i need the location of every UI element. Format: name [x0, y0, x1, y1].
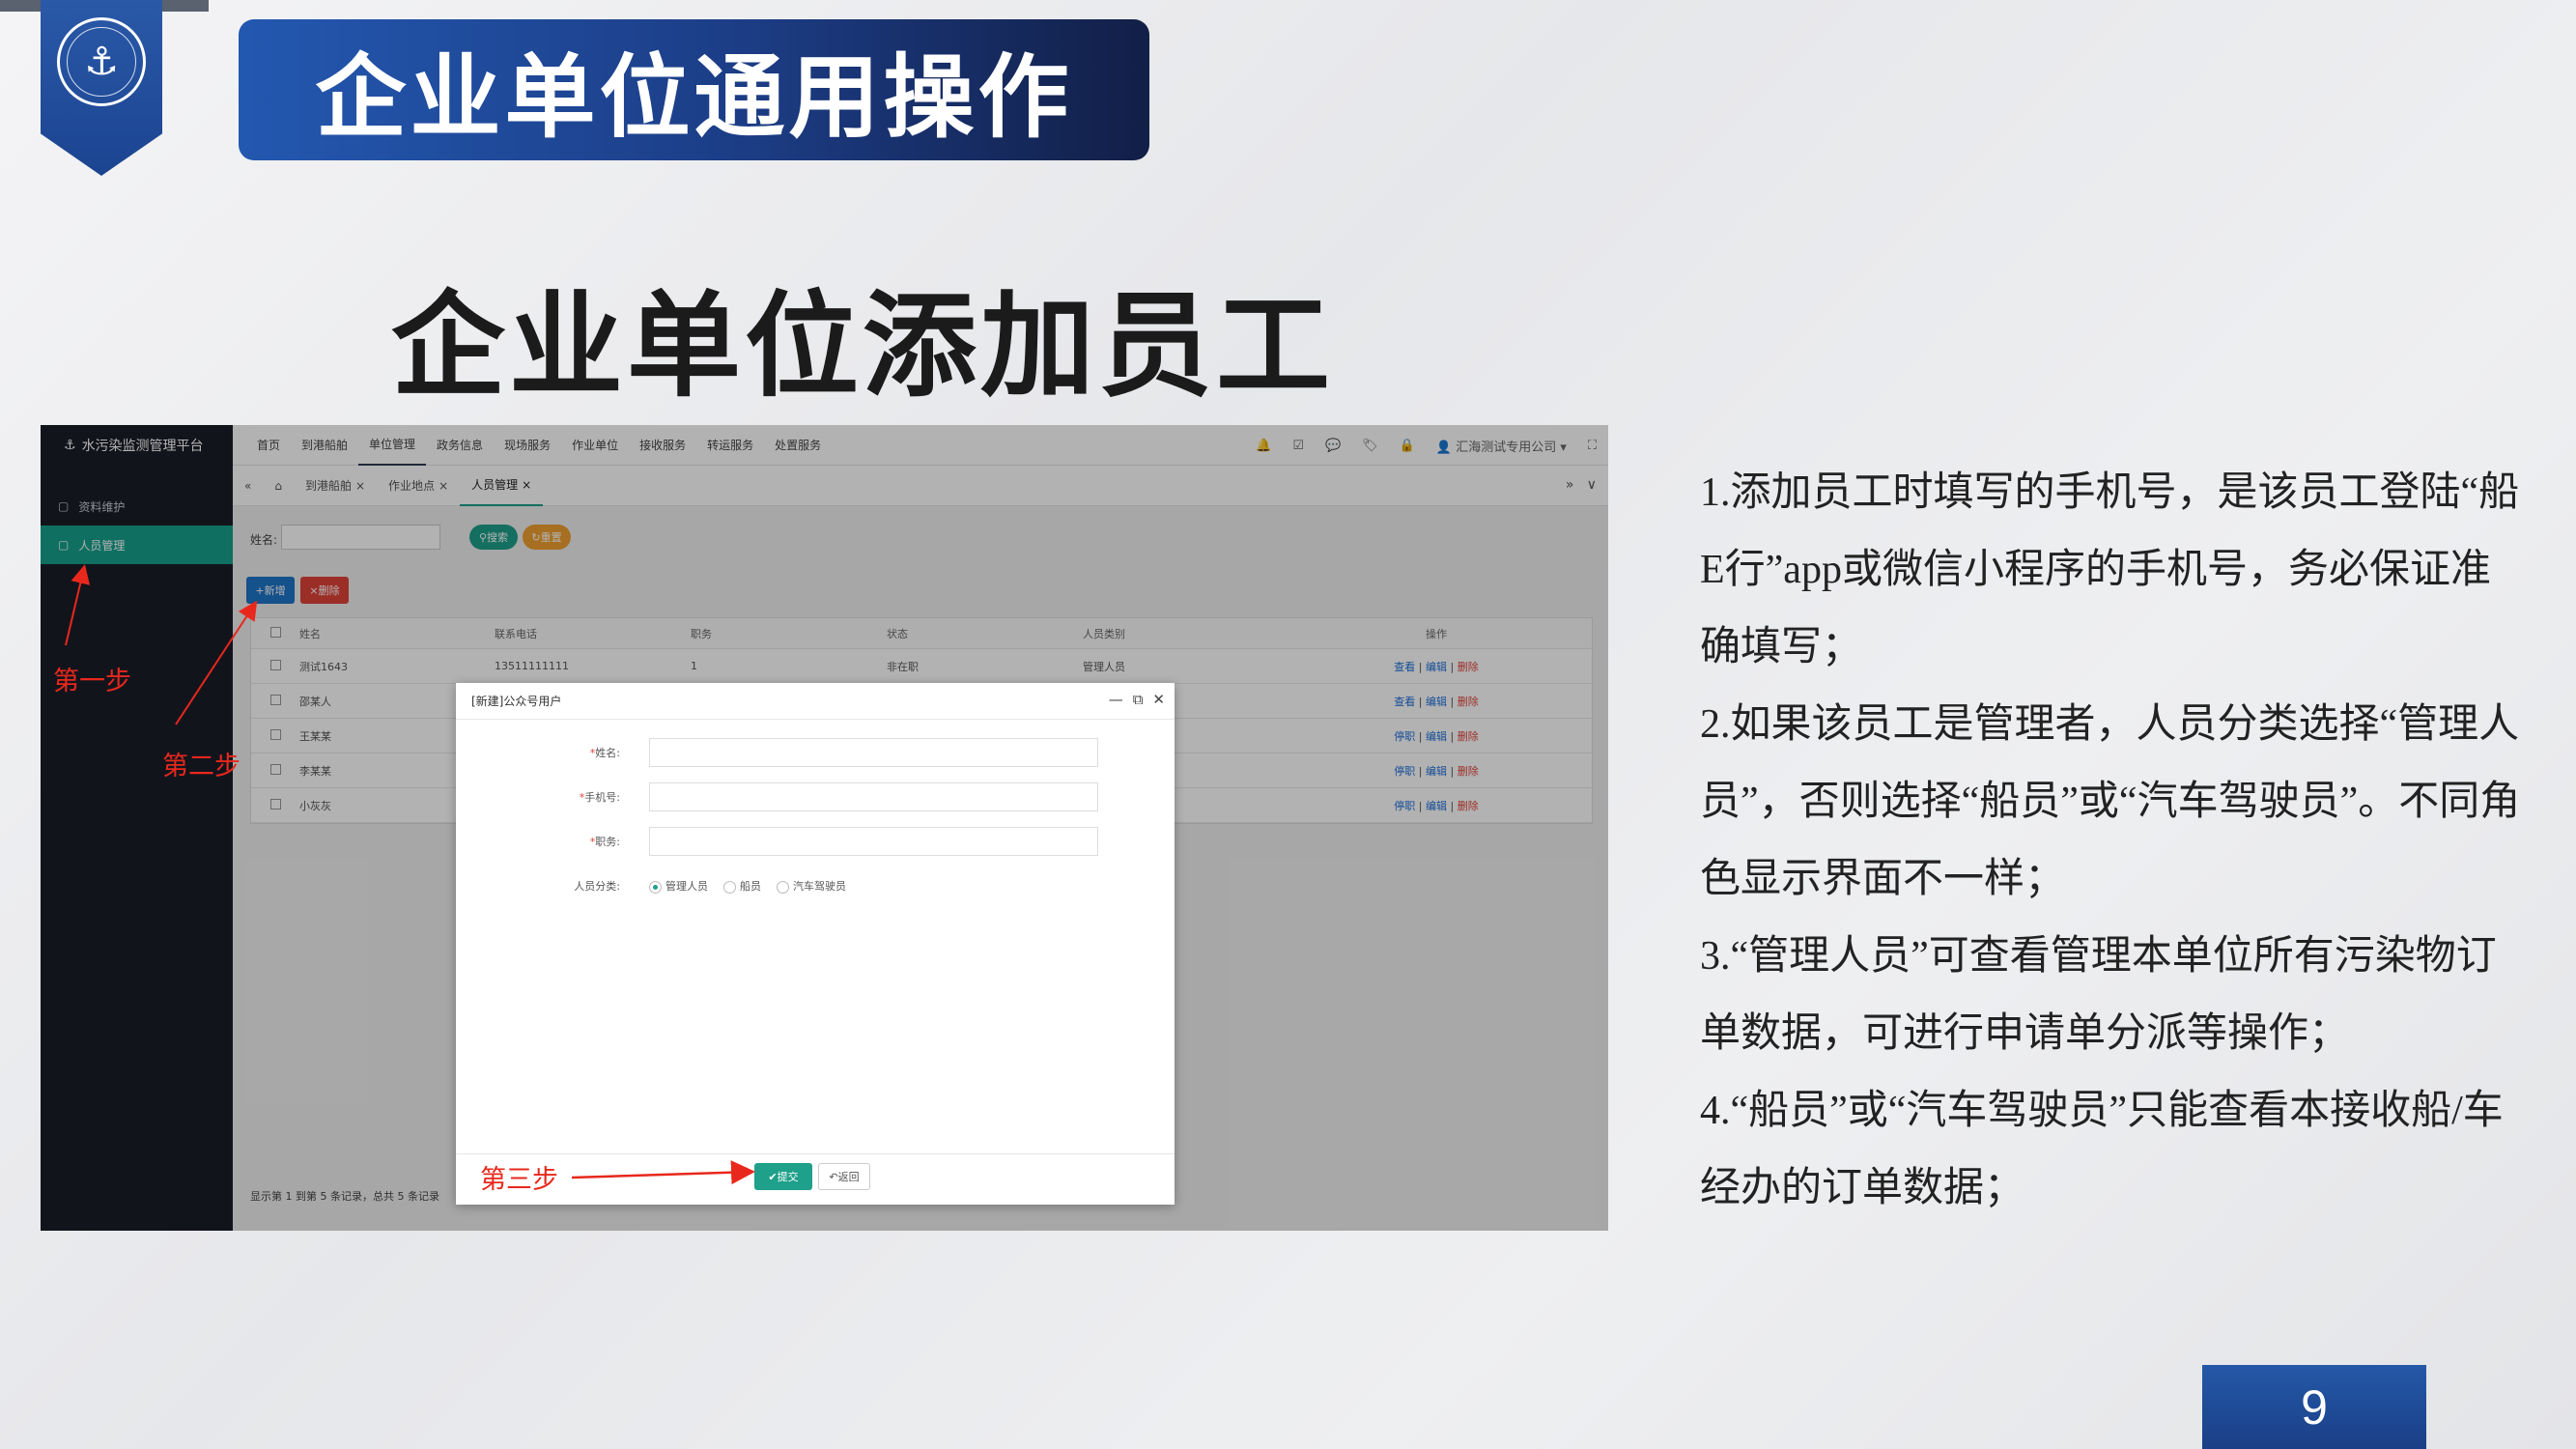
app-screenshot: ⚓ 水污染监测管理平台 ▢ 资料维护 ▢ 人员管理 首页 到港船舶 单位管理 政务信… — [41, 425, 1608, 1231]
header-title-bar: 企业单位通用操作 — [239, 19, 1149, 160]
note-4: 4.“船员”或“汽车驾驶员”只能查看本接收船/车经办的订单数据； — [1700, 1089, 2504, 1210]
note-1: 1.添加员工时填写的手机号，是该员工登陆“船E行”app或微信小程序的手机号，务… — [1700, 470, 2520, 669]
instruction-notes: 1.添加员工时填写的手机号，是该员工登陆“船E行”app或微信小程序的手机号，务… — [1700, 454, 2521, 1227]
arrow-step2 — [175, 600, 258, 725]
page-number: 9 — [2202, 1365, 2426, 1449]
step2-label: 第二步 — [162, 752, 241, 781]
header-title: 企业单位通用操作 — [315, 44, 1073, 151]
annotation-arrows — [65, 564, 755, 1185]
step3-label: 第三步 — [480, 1165, 558, 1195]
arrow-step1 — [65, 564, 91, 646]
step1-label: 第一步 — [53, 667, 131, 696]
note-2: 2.如果该员工是管理者，人员分类选择“管理人员”，否则选择“船员”或“汽车驾驶员… — [1700, 702, 2521, 901]
note-3: 3.“管理人员”可查看管理本单位所有污染物订单数据，可进行申请单分派等操作； — [1700, 934, 2497, 1056]
arrow-step3 — [571, 1160, 755, 1185]
slide-subtitle: 企业单位添加员工 — [391, 278, 1335, 412]
china-msa-logo: ⚓ — [57, 17, 146, 106]
